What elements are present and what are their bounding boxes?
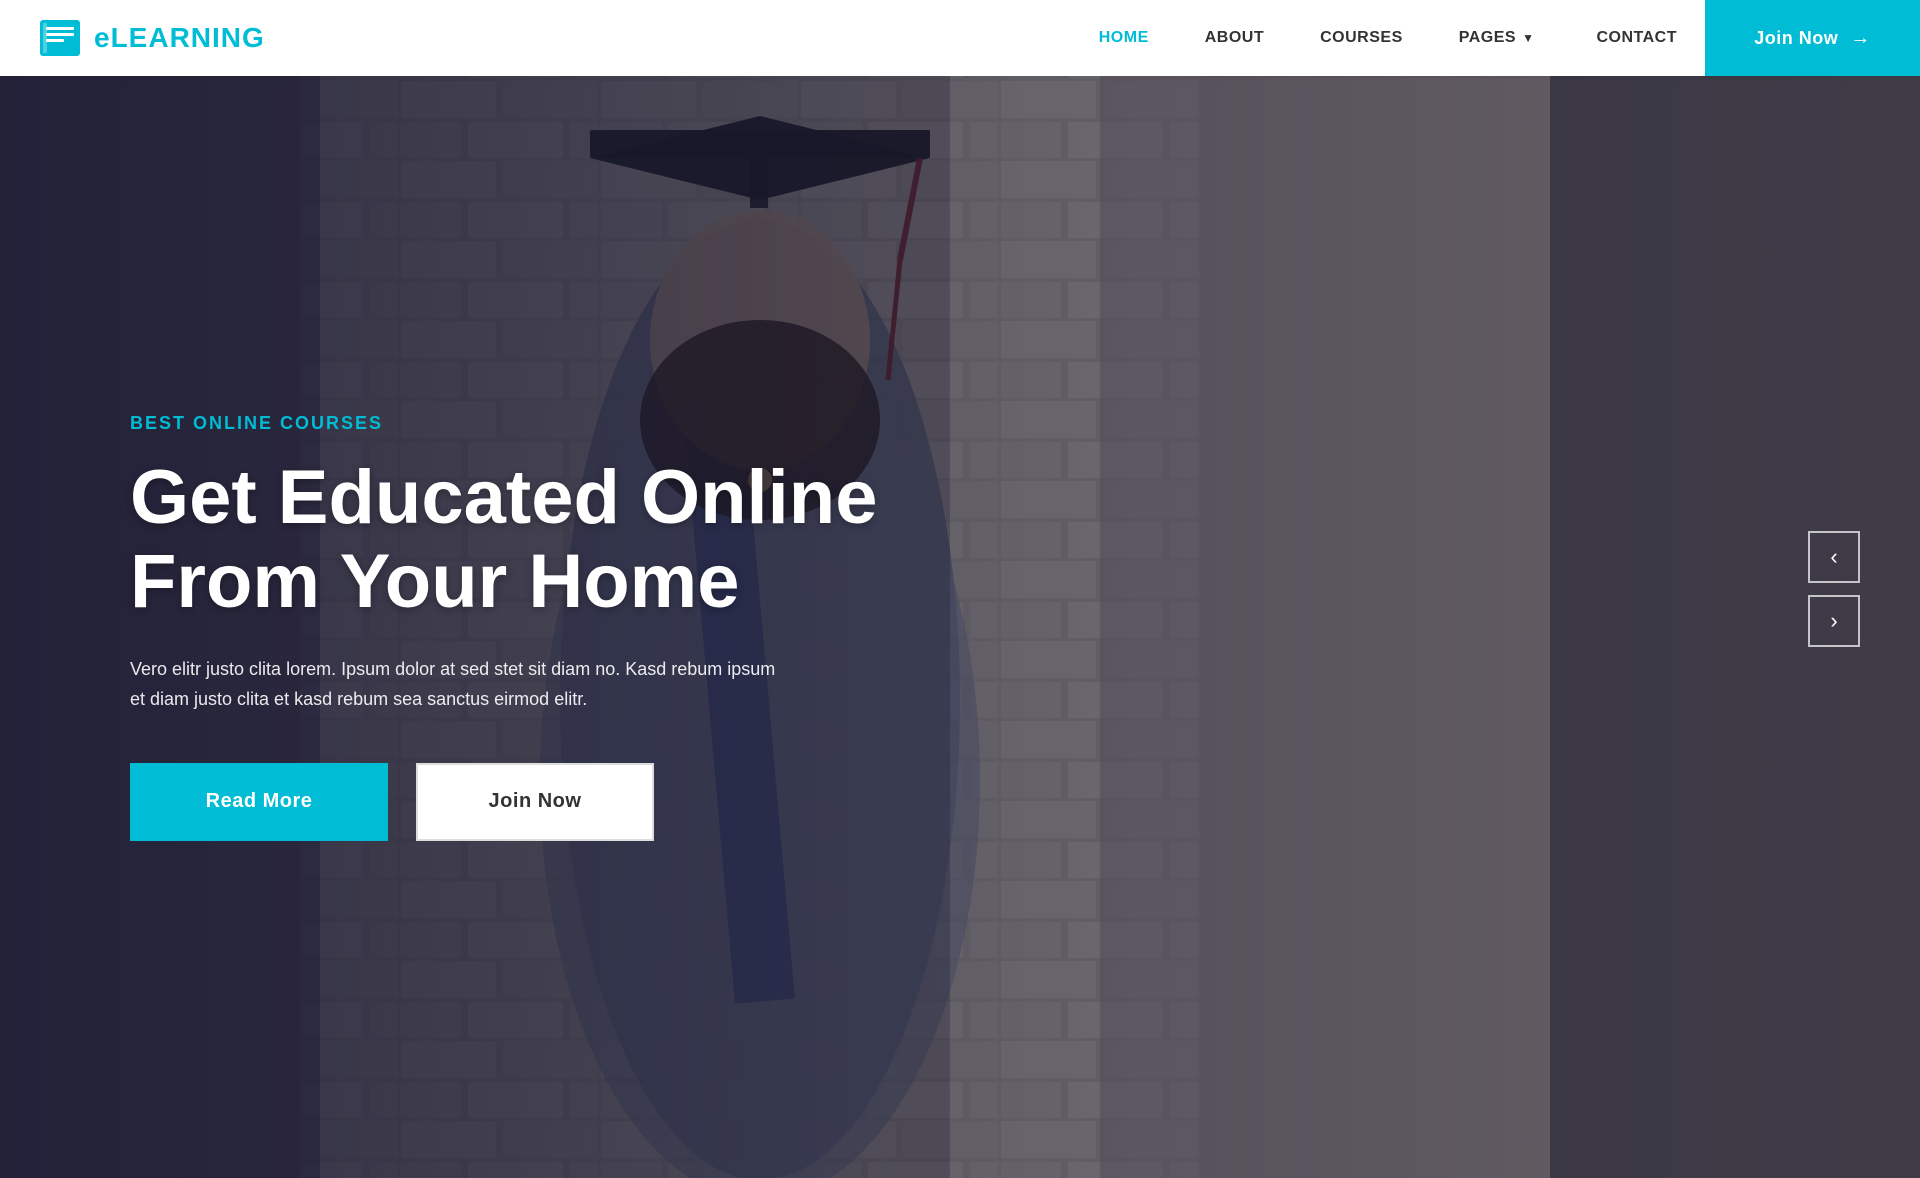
hero-subtitle: BEST ONLINE COURSES [130, 413, 877, 434]
nav-item-pages[interactable]: PAGES ▼ [1431, 0, 1569, 76]
slider-prev-button[interactable]: ‹ [1808, 531, 1860, 583]
nav-item-courses[interactable]: COURSES [1292, 0, 1431, 76]
hero-join-button[interactable]: Join Now [416, 763, 654, 841]
nav-item-contact[interactable]: CONTACT [1568, 0, 1705, 76]
nav-links: HOME ABOUT COURSES PAGES ▼ CONTACT [1071, 0, 1705, 76]
navbar-right: HOME ABOUT COURSES PAGES ▼ CONTACT Join … [1071, 0, 1920, 76]
slider-controls: ‹ › [1808, 531, 1860, 647]
arrow-right-icon: → [1850, 27, 1871, 50]
hero-description: Vero elitr justo clita lorem. Ipsum dolo… [130, 655, 877, 714]
nav-item-home[interactable]: HOME [1071, 0, 1177, 76]
hero-buttons: Read More Join Now [130, 763, 877, 841]
hero-content: BEST ONLINE COURSES Get Educated Online … [0, 337, 877, 841]
book-icon [40, 20, 80, 56]
nav-join-button[interactable]: Join Now → [1705, 0, 1920, 76]
logo-text: eLEARNING [94, 22, 265, 54]
hero-title: Get Educated Online From Your Home [130, 456, 877, 623]
navbar: eLEARNING HOME ABOUT COURSES PAGES ▼ CON… [0, 0, 1920, 76]
read-more-button[interactable]: Read More [130, 763, 388, 841]
nav-item-about[interactable]: ABOUT [1177, 0, 1292, 76]
chevron-down-icon: ▼ [1522, 31, 1534, 45]
hero-section: BEST ONLINE COURSES Get Educated Online … [0, 0, 1920, 1178]
brand: eLEARNING [0, 20, 265, 56]
slider-next-button[interactable]: › [1808, 595, 1860, 647]
